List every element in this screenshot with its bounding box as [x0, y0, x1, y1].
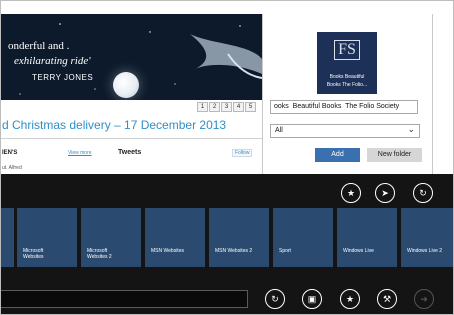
folder-select-value: All [275, 127, 283, 134]
forward-icon[interactable]: ↻ [413, 183, 433, 203]
twitter-follow-button[interactable]: Follow [232, 149, 253, 157]
tools-icon[interactable]: ⚒ [377, 289, 397, 309]
tile-label: Windows Live [343, 248, 374, 254]
favorite-tile[interactable]: Windows Live 2 [401, 208, 454, 267]
follow-label: Follow [235, 150, 250, 156]
pager-page-4[interactable]: 4 [233, 102, 244, 112]
add-button[interactable]: Add [315, 148, 360, 162]
pager-page-5[interactable]: 5 [245, 102, 256, 112]
favorite-tile[interactable] [0, 208, 14, 267]
tile-label: MSN Websites [151, 248, 184, 254]
carousel-pager: 12345 [196, 102, 256, 112]
favorite-tile[interactable]: MSN Websites 2 [209, 208, 269, 267]
view-more-link[interactable]: View more [68, 150, 92, 156]
moon-image [113, 72, 139, 98]
folder-select[interactable]: All ⌄ [270, 124, 420, 138]
address-bar[interactable] [0, 290, 248, 308]
go-arrow-icon[interactable]: ➜ [414, 289, 434, 309]
pager-page-3[interactable]: 3 [221, 102, 232, 112]
tile-label: MSN Websites 2 [215, 248, 253, 254]
divider [0, 138, 262, 139]
hero-banner[interactable]: onderful and . exhilarating ride' TERRY … [0, 14, 262, 100]
new-folder-button[interactable]: New folder [367, 148, 422, 162]
tile-preview-line-1: Books Beautiful [329, 74, 365, 80]
refresh-icon[interactable]: ↻ [265, 289, 285, 309]
favorite-star-icon[interactable]: ★ [341, 183, 361, 203]
news-heading: IEN'S [2, 150, 18, 156]
hero-quote-line-2: exhilarating ride' [14, 55, 91, 67]
pin-icon[interactable]: ➤ [375, 183, 395, 203]
tile-label: Microsoft Websites 2 [87, 248, 112, 260]
tile-label: Sport [279, 248, 291, 254]
chevron-down-icon: ⌄ [407, 124, 415, 134]
folio-logo-icon: FS [317, 40, 377, 60]
panel-border [432, 14, 433, 174]
tweets-heading: Tweets [118, 149, 142, 156]
tile-preview-line-2: Books The Folio... [326, 82, 368, 88]
pin-name-input[interactable] [270, 100, 418, 114]
hero-author: TERRY JONES [32, 73, 94, 82]
favorite-tile[interactable]: Windows Live [337, 208, 397, 267]
favorite-tile[interactable]: Sport [273, 208, 333, 267]
pager-page-1[interactable]: 1 [197, 102, 208, 112]
pager-page-2[interactable]: 2 [209, 102, 220, 112]
favorite-tile[interactable]: MSN Websites [145, 208, 205, 267]
favorites-icon[interactable]: ★ [340, 289, 360, 309]
hero-quote-line-1: onderful and . [8, 40, 70, 52]
favorite-tile[interactable]: Microsoft Websites 2 [81, 208, 141, 267]
tile-label: Microsoft Websites [23, 248, 44, 260]
tile-label: Windows Live 2 [407, 248, 443, 254]
site-tile-preview: FS Books Beautiful Books The Folio... [317, 32, 377, 94]
favorite-tile[interactable]: Microsoft Websites [17, 208, 77, 267]
christmas-delivery-banner[interactable]: d Christmas delivery – 17 December 2013 [2, 118, 226, 132]
tabs-icon[interactable]: ▣ [302, 289, 322, 309]
news-item[interactable]: ut. Alfred [2, 165, 22, 171]
